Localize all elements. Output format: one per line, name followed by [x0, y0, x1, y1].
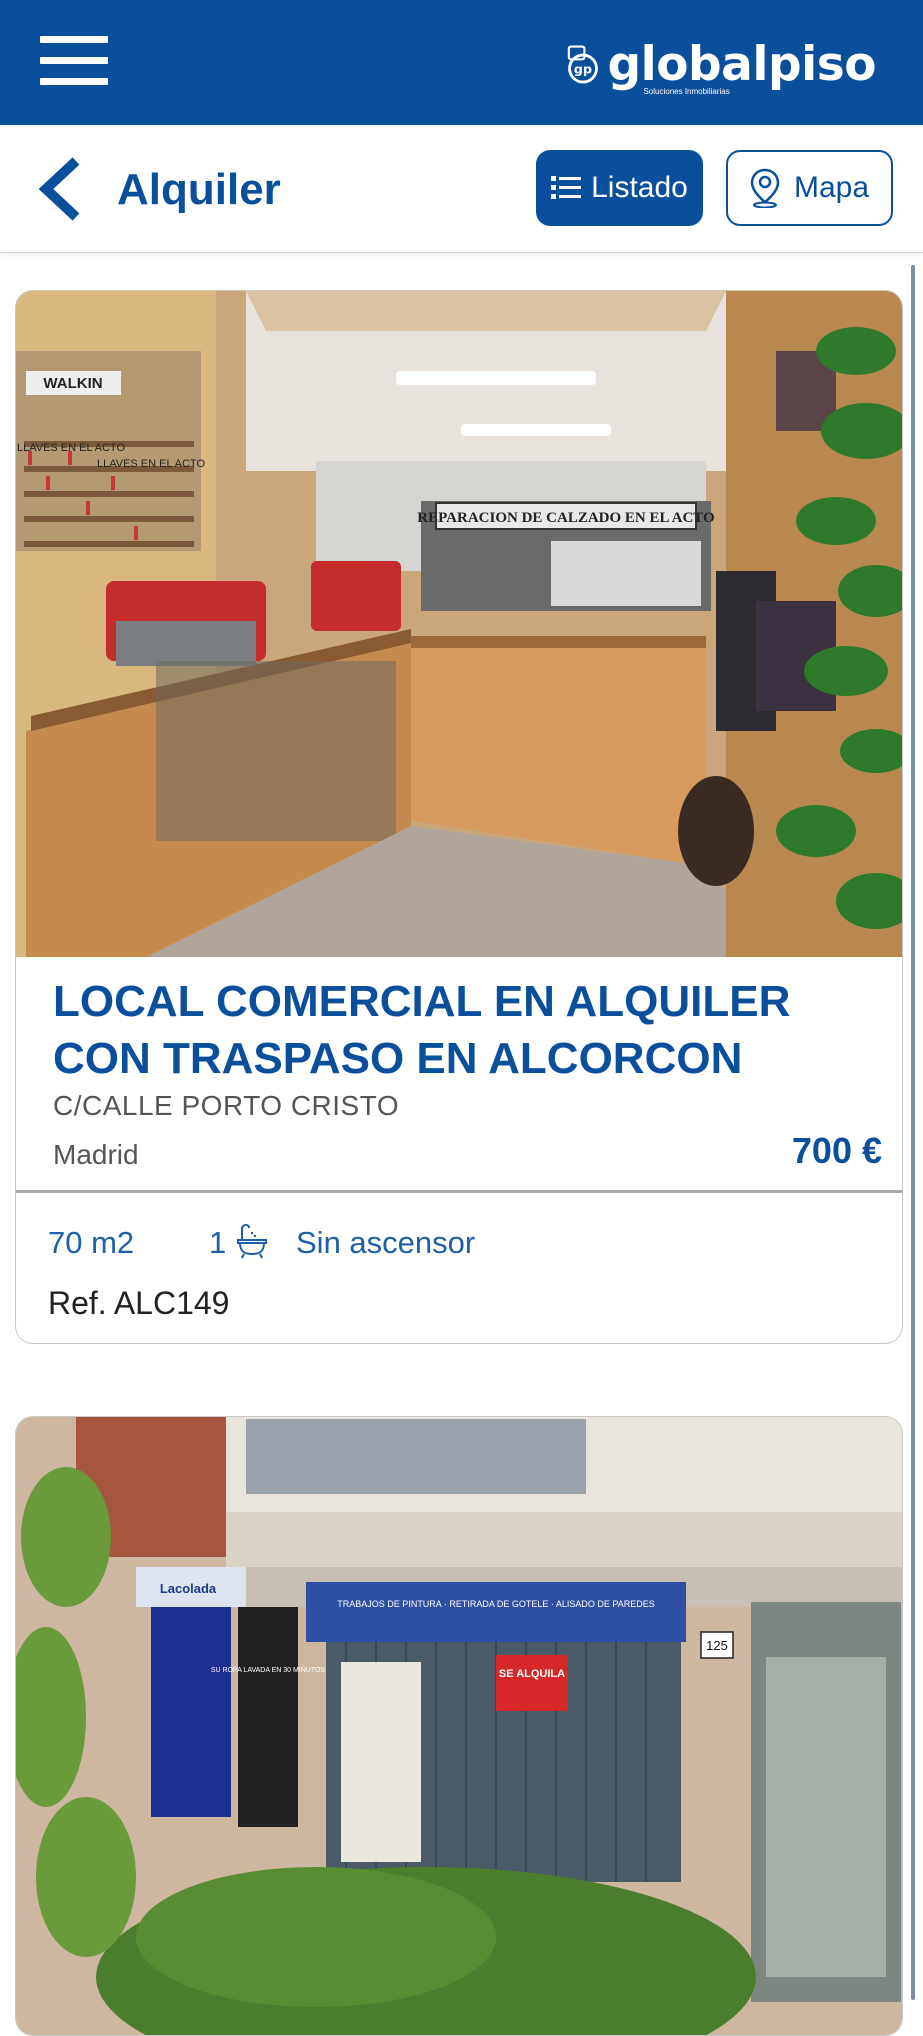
listing-features: 70 m2 1 Sin ascensor Ref. ALC149	[16, 1193, 902, 1343]
map-pin-icon	[750, 168, 780, 208]
se-alquila-sign: SE ALQUILA	[499, 1668, 565, 1680]
listing-photo[interactable]: Lacolada SU ROPA LAVADA EN 30 MINUTOS TR…	[16, 1417, 902, 2035]
walkin-sign: WALKIN	[43, 375, 102, 392]
brand-tagline: Soluciones Inmobiliarias	[643, 87, 730, 96]
mapa-label: Mapa	[793, 171, 870, 204]
listado-view-button[interactable]: Listado	[536, 150, 703, 226]
listing-card[interactable]: REPARACION DE CALZADO EN EL ACTO WALKIN …	[15, 290, 903, 1344]
globalpiso-logo-mark-icon: gp	[567, 45, 598, 84]
listing-ref: Ref. ALC149	[48, 1285, 230, 1321]
listing-elevator: Sin ascensor	[296, 1225, 476, 1260]
top-app-bar: gp globalpiso Soluciones Inmobiliarias	[0, 0, 923, 125]
listado-label: Listado	[591, 171, 688, 204]
paint-banner: TRABAJOS DE PINTURA · RETIRADA DE GOTELE…	[337, 1599, 654, 1609]
hamburger-menu-icon[interactable]	[40, 36, 108, 86]
listing-photo[interactable]: REPARACION DE CALZADO EN EL ACTO WALKIN …	[16, 291, 902, 957]
llaves-sign-1: LLAVES EN EL ACTO	[17, 442, 125, 454]
listing-street: C/CALLE PORTO CRISTO	[53, 1090, 400, 1121]
lacolada-sign: Lacolada	[160, 1581, 217, 1596]
listing-title[interactable]: LOCAL COMERCIAL EN ALQUILER CON TRASPASO…	[53, 973, 853, 1087]
list-scrollbar[interactable]	[911, 265, 915, 2000]
listing-info[interactable]: LOCAL COMERCIAL EN ALQUILER CON TRASPASO…	[16, 957, 902, 1193]
shop-interior-image: REPARACION DE CALZADO EN EL ACTO WALKIN …	[16, 291, 902, 957]
street-number-plate: 125	[706, 1638, 728, 1653]
globalpiso-logo[interactable]: gp globalpiso Soluciones Inmobiliarias	[566, 34, 876, 96]
bathtub-icon	[237, 1223, 267, 1259]
listing-area: 70 m2	[48, 1225, 135, 1260]
mapa-view-button[interactable]: Mapa	[726, 150, 893, 226]
listing-card[interactable]: Lacolada SU ROPA LAVADA EN 30 MINUTOS TR…	[15, 1416, 903, 2036]
brand-name: globalpiso	[607, 37, 876, 92]
listing-city: Madrid	[53, 1139, 139, 1170]
laundry-sign: SU ROPA LAVADA EN 30 MINUTOS	[211, 1667, 326, 1674]
storefront-image: Lacolada SU ROPA LAVADA EN 30 MINUTOS TR…	[16, 1417, 902, 2035]
listing-baths-count: 1	[209, 1225, 227, 1260]
list-icon	[551, 176, 582, 199]
sub-header: Alquiler Listado Mapa	[0, 125, 923, 253]
back-chevron-icon[interactable]	[34, 155, 90, 223]
listing-price: 700 €	[791, 1130, 882, 1171]
calzado-sign: REPARACION DE CALZADO EN EL ACTO	[417, 510, 714, 526]
page-title: Alquiler	[117, 165, 281, 214]
llaves-sign-2: LLAVES EN EL ACTO	[97, 458, 205, 470]
svg-text:gp: gp	[574, 63, 592, 78]
